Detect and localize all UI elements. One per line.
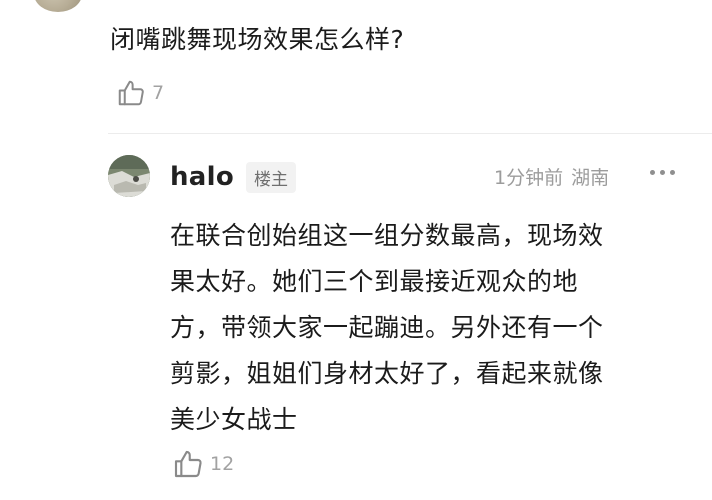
dot: [650, 170, 655, 175]
top-commenter-avatar[interactable]: [34, 0, 82, 12]
thumbs-up-icon: [116, 78, 146, 108]
reply-line: 果太好。她们三个到最接近观众的地: [170, 267, 579, 296]
comment-like-count: 7: [152, 82, 165, 104]
comment-like-button[interactable]: 7: [116, 78, 164, 108]
thumbs-up-icon: [172, 448, 204, 480]
reply-body: 在联合创始组这一组分数最高，现场效 果太好。她们三个到最接近观众的地 方，带领大…: [170, 213, 690, 443]
dot: [670, 170, 675, 175]
reply-like-count: 12: [210, 453, 235, 475]
reply-avatar[interactable]: [108, 155, 150, 197]
reply-line: 在联合创始组这一组分数最高，现场效: [170, 221, 604, 250]
reply-meta: 1分钟前 湖南: [494, 163, 609, 190]
more-dots-icon[interactable]: [650, 170, 675, 175]
reply-location: 湖南: [571, 167, 610, 189]
reply-time: 1分钟前: [494, 167, 564, 189]
reply-line: 方，带领大家一起蹦迪。另外还有一个: [170, 313, 604, 342]
divider: [108, 133, 712, 134]
reply-header: halo 楼主: [170, 157, 297, 197]
comment-text: 闭嘴跳舞现场效果怎么样?: [110, 25, 405, 54]
op-badge: 楼主: [246, 161, 297, 193]
dot: [660, 170, 665, 175]
reply-line: 美少女战士: [170, 405, 298, 434]
reply-username[interactable]: halo: [170, 162, 234, 192]
reply-line: 剪影，姐姐们身材太好了，看起来就像: [170, 359, 604, 388]
reply-like-button[interactable]: 12: [172, 448, 234, 480]
